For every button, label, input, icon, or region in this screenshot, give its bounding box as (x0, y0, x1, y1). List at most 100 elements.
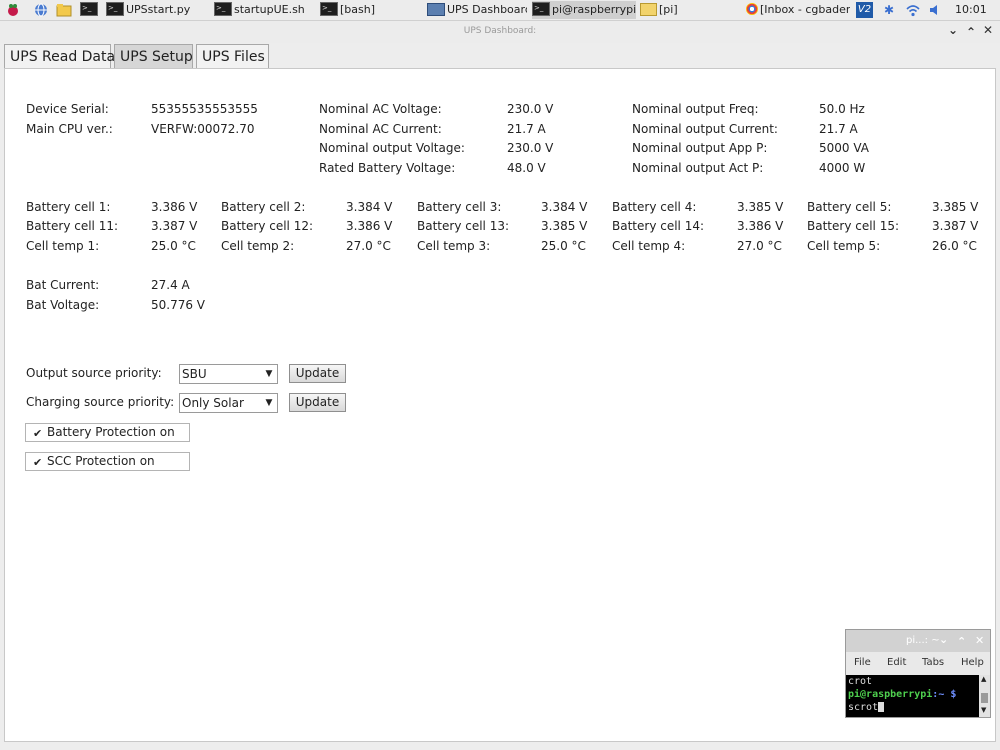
maximize-icon[interactable]: ⌃ (957, 635, 966, 648)
output-priority-value: SBU (182, 367, 207, 381)
prompt-user: pi@raspberrypi (848, 689, 933, 700)
taskbar: UPSstart.py startupUE.sh [bash] UPS Dash… (0, 0, 1000, 21)
cell-label: Battery cell 5: (807, 200, 892, 214)
cell-value: 3.386 V (737, 219, 784, 233)
tab-ups-setup[interactable]: UPS Setup (114, 44, 193, 68)
device-serial-label: Device Serial: (26, 102, 109, 116)
battery-protection-checkbox[interactable]: ✔ Battery Protection on (25, 423, 190, 442)
cell-temp-label: Cell temp 4: (612, 239, 686, 253)
terminal-icon (214, 2, 232, 16)
scc-protection-checkbox[interactable]: ✔ SCC Protection on (25, 452, 190, 471)
taskbar-item-bash[interactable]: [bash] (320, 1, 420, 19)
window-icon (427, 2, 445, 16)
cell-temp-value: 25.0 °C (151, 239, 196, 253)
minimize-icon[interactable]: ⌄ (948, 23, 958, 37)
terminal-launcher-icon[interactable] (80, 2, 98, 16)
checkmark-icon: ✔ (33, 427, 43, 440)
window-title-bar[interactable]: UPS Dashboard: ⌄ ⌃ ✕ (0, 21, 1000, 43)
scroll-up-icon[interactable]: ▲ (981, 675, 986, 683)
cpu-version-label: Main CPU ver.: (26, 122, 113, 136)
cell-temp-label: Cell temp 5: (807, 239, 881, 253)
cell-value: 3.384 V (346, 200, 393, 214)
charging-priority-value: Only Solar (182, 396, 244, 410)
update-charging-priority-button[interactable]: Update (289, 393, 346, 412)
nominal-output-app-power-value: 5000 VA (819, 141, 870, 155)
terminal-icon (320, 2, 338, 16)
cell-label: Battery cell 12: (221, 219, 314, 233)
terminal-screen[interactable]: crot pi@raspberrypi:~ $ scrot (846, 675, 979, 717)
close-icon[interactable]: ✕ (983, 23, 993, 37)
bat-voltage-label: Bat Voltage: (26, 298, 100, 312)
nominal-output-act-power-value: 4000 W (819, 161, 866, 175)
file-manager-icon[interactable] (56, 3, 72, 17)
terminal-title: pi...: ~ (906, 635, 940, 646)
dropdown-arrow-icon: ▼ (265, 398, 273, 408)
charging-priority-select[interactable]: Only Solar ▼ (179, 393, 278, 413)
terminal-line: crot (848, 676, 873, 687)
folder-icon (640, 2, 657, 16)
web-browser-icon[interactable] (34, 3, 48, 17)
raspberry-menu-icon[interactable] (6, 3, 20, 16)
cell-temp-value: 27.0 °C (737, 239, 782, 253)
nominal-output-freq-label: Nominal output Freq: (632, 102, 759, 116)
scroll-thumb[interactable] (981, 693, 988, 703)
cell-value: 3.384 V (541, 200, 588, 214)
charging-priority-label: Charging source priority: (26, 395, 175, 409)
cell-value: 3.385 V (541, 219, 588, 233)
cell-temp-label: Cell temp 2: (221, 239, 295, 253)
taskbar-item-terminal-pi[interactable]: pi@raspberrypi: ... (532, 1, 636, 19)
nominal-output-act-power-label: Nominal output Act P: (632, 161, 764, 175)
terminal-title-bar[interactable]: pi...: ~ ⌄ ⌃ ✕ (846, 630, 990, 652)
terminal-menu-file[interactable]: File (854, 657, 871, 668)
cell-temp-label: Cell temp 3: (417, 239, 491, 253)
cell-label: Battery cell 4: (612, 200, 697, 214)
nominal-output-freq-value: 50.0 Hz (819, 102, 865, 116)
vnc-icon[interactable]: V2 (856, 2, 873, 18)
cell-value: 3.385 V (932, 200, 979, 214)
nominal-output-current-label: Nominal output Current: (632, 122, 778, 136)
clock[interactable]: 10:01 (955, 1, 990, 19)
cell-label: Battery cell 14: (612, 219, 705, 233)
tab-ups-read-data[interactable]: UPS Read Data (4, 44, 115, 68)
cell-value: 3.385 V (737, 200, 784, 214)
minimize-icon[interactable]: ⌄ (939, 633, 948, 646)
volume-icon[interactable] (928, 3, 942, 16)
rated-battery-voltage-value: 48.0 V (507, 161, 546, 175)
close-icon[interactable]: ✕ (975, 634, 984, 647)
nominal-ac-voltage-value: 230.0 V (507, 102, 554, 116)
bat-voltage-value: 50.776 V (151, 298, 206, 312)
dropdown-arrow-icon: ▼ (265, 369, 273, 379)
tab-ups-files[interactable]: UPS Files (196, 44, 269, 68)
nominal-output-current-value: 21.7 A (819, 122, 858, 136)
scroll-down-icon[interactable]: ▼ (981, 706, 986, 714)
prompt-path: :~ $ (932, 689, 957, 700)
terminal-menu-tabs[interactable]: Tabs (922, 657, 944, 668)
scc-protection-label: SCC Protection on (47, 454, 155, 468)
wifi-icon[interactable] (905, 3, 920, 17)
terminal-scrollbar[interactable]: ▲ ▼ (979, 675, 990, 717)
cpu-version-value: VERFW:00072.70 (151, 122, 255, 136)
cell-value: 3.386 V (151, 200, 198, 214)
taskbar-item-startupue[interactable]: startupUE.sh (214, 1, 314, 19)
terminal-menu-help[interactable]: Help (961, 657, 984, 668)
maximize-icon[interactable]: ⌃ (966, 25, 976, 39)
output-priority-select[interactable]: SBU ▼ (179, 364, 278, 384)
cell-label: Battery cell 13: (417, 219, 510, 233)
battery-protection-label: Battery Protection on (47, 425, 175, 439)
bat-current-label: Bat Current: (26, 278, 100, 292)
output-priority-label: Output source priority: (26, 366, 162, 380)
bat-current-value: 27.4 A (151, 278, 190, 292)
terminal-window[interactable]: pi...: ~ ⌄ ⌃ ✕ File Edit Tabs Help crot … (845, 629, 991, 718)
rated-battery-voltage-label: Rated Battery Voltage: (319, 161, 456, 175)
cell-value: 3.387 V (932, 219, 979, 233)
taskbar-item-pi-folder[interactable]: [pi] (640, 1, 740, 19)
bluetooth-icon[interactable]: ✱ (884, 3, 898, 17)
cell-label: Battery cell 11: (26, 219, 119, 233)
terminal-prompt: pi@raspberrypi:~ $ (848, 688, 979, 701)
taskbar-item-upsstart[interactable]: UPSstart.py (106, 1, 206, 19)
update-output-priority-button[interactable]: Update (289, 364, 346, 383)
taskbar-item-inbox[interactable]: [Inbox - cgbaden... (746, 1, 850, 19)
taskbar-item-ups-dashboard[interactable]: UPS Dashboard: (427, 1, 527, 19)
window-title: UPS Dashboard: (463, 26, 537, 36)
terminal-menu-edit[interactable]: Edit (887, 657, 906, 668)
